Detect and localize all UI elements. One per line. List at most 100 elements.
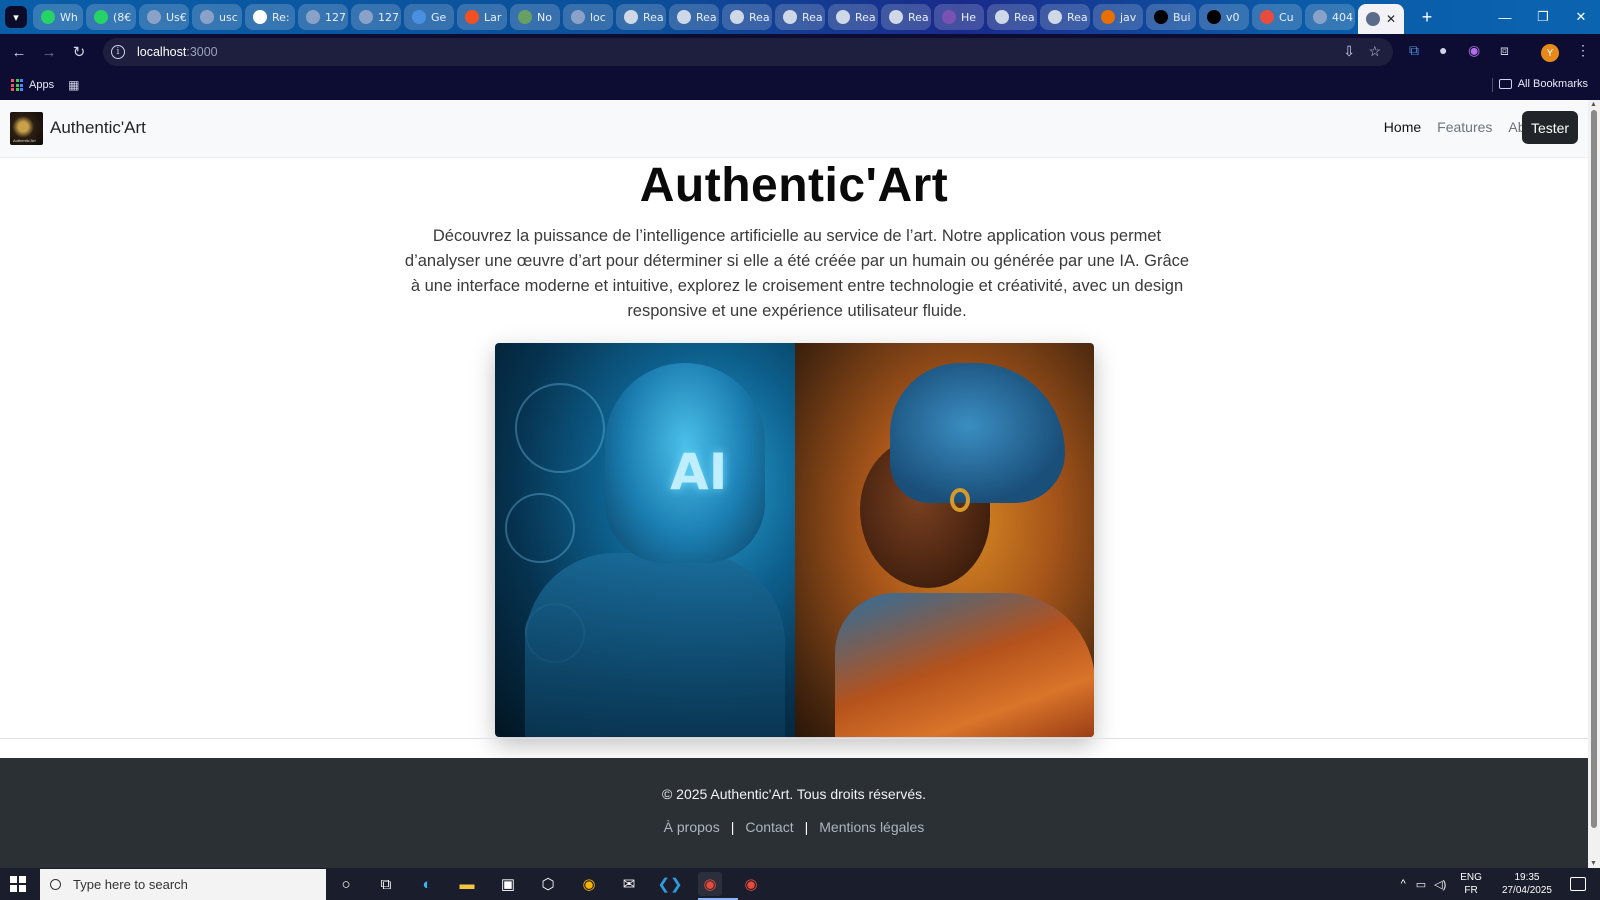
all-bookmarks-button[interactable]: All Bookmarks xyxy=(1498,78,1588,90)
browser-tab[interactable]: Rea xyxy=(616,4,666,30)
brand-name[interactable]: Authentic'Art xyxy=(50,118,146,138)
footer-link-contact[interactable]: Contact xyxy=(745,819,793,835)
edge-icon[interactable]: ◐ xyxy=(415,872,439,896)
settings-hex-icon[interactable]: ⬡ xyxy=(536,872,560,896)
browser-tab[interactable]: Rea xyxy=(1040,4,1090,30)
nav-link-features[interactable]: Features xyxy=(1437,119,1492,135)
tab-title: Rea xyxy=(1014,10,1035,24)
browser-tab[interactable]: Rea xyxy=(828,4,878,30)
tab-search-button[interactable]: ▾ xyxy=(5,6,27,28)
browser-tab[interactable]: (8€ xyxy=(86,4,136,30)
tab-title: Rea xyxy=(749,10,770,24)
new-tab-icon[interactable]: + xyxy=(1415,7,1439,28)
apps-bookmark[interactable]: Apps xyxy=(29,79,54,91)
tester-button[interactable]: Tester xyxy=(1522,111,1578,144)
close-window-icon[interactable]: ✕ xyxy=(1562,0,1600,34)
browser-tab[interactable]: 127 xyxy=(351,4,401,30)
minimize-icon[interactable]: — xyxy=(1486,0,1524,34)
logo-caption: Authentic'Art xyxy=(13,138,36,143)
chrome-icon[interactable]: ◉ xyxy=(577,872,601,896)
scroll-up-icon[interactable]: ▲ xyxy=(1590,101,1597,108)
browser-tab[interactable]: Us€ xyxy=(139,4,189,30)
browser-tab[interactable]: Lar xyxy=(457,4,507,30)
tab-groups-icon[interactable]: ▦ xyxy=(68,78,79,92)
browser-tab[interactable]: Rea xyxy=(775,4,825,30)
volume-icon[interactable]: ◁) xyxy=(1434,878,1446,891)
tab-title: (8€ xyxy=(113,10,132,24)
scroll-thumb[interactable] xyxy=(1591,110,1597,828)
scroll-down-icon[interactable]: ▼ xyxy=(1590,860,1597,867)
site-info-icon[interactable]: i xyxy=(111,45,125,59)
react-icon xyxy=(889,10,903,24)
nav-link-home[interactable]: Home xyxy=(1384,119,1421,135)
windows-start-icon[interactable] xyxy=(10,876,26,892)
browser-tab[interactable]: Re: xyxy=(245,4,295,30)
browser-tab[interactable]: Cu xyxy=(1252,4,1302,30)
back-icon[interactable]: ← xyxy=(4,44,34,61)
forward-icon[interactable]: → xyxy=(34,44,64,61)
browser-tab[interactable]: usc xyxy=(192,4,242,30)
mail-icon[interactable]: ✉ xyxy=(617,872,641,896)
browser-tab[interactable]: v0 xyxy=(1199,4,1249,30)
translate-icon[interactable]: ⧉ xyxy=(1409,42,1419,59)
browser-tab[interactable]: 404 xyxy=(1305,4,1355,30)
menu-kebab-icon[interactable]: ⋮ xyxy=(1576,42,1590,59)
cast-icon[interactable]: ◉ xyxy=(1468,42,1480,59)
browser-tab[interactable]: Bui xyxy=(1146,4,1196,30)
globe-icon xyxy=(147,10,161,24)
tab-title: Rea xyxy=(908,10,929,24)
gemini-icon xyxy=(412,10,426,24)
restore-icon[interactable]: ❐ xyxy=(1524,0,1562,34)
chrome-active-icon[interactable]: ◉ xyxy=(698,872,722,896)
browser-tab[interactable]: Wh xyxy=(33,4,83,30)
chrome-profile-icon[interactable]: ◉ xyxy=(739,872,763,896)
apps-grid-icon[interactable] xyxy=(11,79,23,91)
install-app-icon[interactable]: ⇩ xyxy=(1343,43,1355,60)
browser-tab[interactable]: Rea xyxy=(881,4,931,30)
page-scrollbar[interactable]: ▲ ▼ xyxy=(1588,100,1600,868)
browser-tab[interactable]: Ge xyxy=(404,4,454,30)
clock[interactable]: 19:35 27/04/2025 xyxy=(1502,871,1552,897)
browser-tab[interactable]: Rea xyxy=(669,4,719,30)
active-browser-tab[interactable]: ✕ xyxy=(1358,4,1404,34)
footer-link-about[interactable]: À propos xyxy=(664,819,720,835)
tab-title: 404 xyxy=(1332,10,1353,24)
close-tab-icon[interactable]: ✕ xyxy=(1386,12,1396,26)
taskbar-search-box[interactable]: Type here to search xyxy=(40,869,326,900)
tab-title: Lar xyxy=(484,10,502,24)
ai-robot-illustration: AI xyxy=(495,343,795,737)
browser-tab[interactable]: No xyxy=(510,4,560,30)
network-icon[interactable]: ▭ xyxy=(1416,878,1426,891)
browser-tab[interactable]: He xyxy=(934,4,984,30)
footer-separator: | xyxy=(730,819,735,835)
browser-tab[interactable]: Rea xyxy=(722,4,772,30)
extensions-puzzle-icon[interactable]: ⧈ xyxy=(1500,42,1509,59)
extension-icon[interactable]: ● xyxy=(1439,42,1447,58)
file-explorer-icon[interactable]: ▬ xyxy=(455,872,479,896)
bookmarks-bar: Apps ▦ All Bookmarks xyxy=(0,70,1600,100)
cortana-icon[interactable]: ○ xyxy=(334,872,358,896)
store-icon[interactable]: ▣ xyxy=(496,872,520,896)
reload-icon[interactable]: ↻ xyxy=(64,43,94,61)
browser-tab[interactable]: 127 xyxy=(298,4,348,30)
tray-chevron-icon[interactable]: ^ xyxy=(1401,878,1406,890)
vscode-icon[interactable]: ❮❯ xyxy=(657,872,682,896)
tab-title: No xyxy=(537,10,552,24)
profile-avatar[interactable]: Y xyxy=(1541,44,1559,62)
notification-icon[interactable] xyxy=(1570,877,1586,891)
language-indicator[interactable]: ENG FR xyxy=(1460,871,1482,897)
react-icon xyxy=(995,10,1009,24)
whatsapp-icon xyxy=(41,10,55,24)
address-bar[interactable]: i localhost:3000 ⇩ ☆ xyxy=(103,38,1393,66)
v0-icon xyxy=(1207,10,1221,24)
woman-portrait-painting xyxy=(795,343,1094,737)
tab-title: 127 xyxy=(378,10,399,24)
tab-list: Wh (8€ Us€ usc Re: 127 127 Ge Lar No loc Rea Rea Rea R… xyxy=(33,0,1439,34)
footer-link-legal[interactable]: Mentions légales xyxy=(819,819,924,835)
bookmark-star-icon[interactable]: ☆ xyxy=(1368,43,1381,60)
task-view-icon[interactable]: ⧉ xyxy=(374,872,398,896)
browser-tab[interactable]: jav xyxy=(1093,4,1143,30)
browser-tab[interactable]: Rea xyxy=(987,4,1037,30)
browser-tab[interactable]: loc xyxy=(563,4,613,30)
brand-logo[interactable]: Authentic'Art xyxy=(10,112,43,145)
